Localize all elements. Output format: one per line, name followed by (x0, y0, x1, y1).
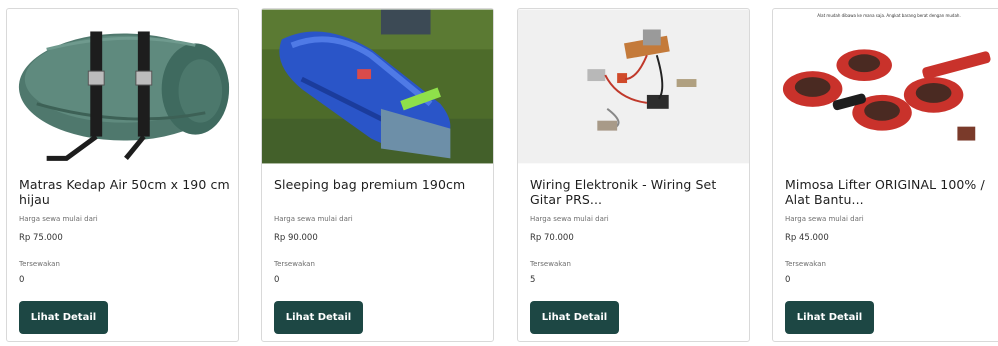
product-image[interactable]: Alat mudah dibawa ke mana saja. Angkat b… (773, 9, 998, 164)
rented-count: 5 (530, 275, 536, 285)
product-image[interactable] (262, 9, 493, 164)
view-detail-button[interactable]: Lihat Detail (274, 301, 363, 334)
furniture-lifter-image (773, 9, 998, 164)
price-label: Harga sewa mulai dari (19, 215, 98, 223)
view-detail-button[interactable]: Lihat Detail (530, 301, 619, 334)
rented-label: Tersewakan (274, 260, 315, 268)
product-price: Rp 70.000 (530, 233, 574, 243)
product-card[interactable]: Matras Kedap Air 50cm x 190 cm hijau Har… (6, 8, 239, 342)
rented-label: Tersewakan (530, 260, 571, 268)
product-title[interactable]: Wiring Elektronik - Wiring Set Gitar PRS… (530, 177, 742, 207)
product-card[interactable]: Alat mudah dibawa ke mana saja. Angkat b… (772, 8, 998, 342)
product-price: Rp 90.000 (274, 233, 318, 243)
product-image[interactable] (518, 9, 749, 164)
product-image[interactable] (7, 9, 238, 164)
rented-count: 0 (19, 275, 25, 285)
view-detail-button[interactable]: Lihat Detail (19, 301, 108, 334)
product-card[interactable]: Sleeping bag premium 190cm Harga sewa mu… (261, 8, 494, 342)
product-title[interactable]: Sleeping bag premium 190cm (274, 177, 486, 192)
price-label: Harga sewa mulai dari (274, 215, 353, 223)
rented-label: Tersewakan (19, 260, 60, 268)
product-price: Rp 45.000 (785, 233, 829, 243)
wiring-set-image (518, 9, 749, 164)
rented-count: 0 (274, 275, 280, 285)
sleeping-bag-image (262, 9, 493, 164)
view-detail-button[interactable]: Lihat Detail (785, 301, 874, 334)
product-title[interactable]: Mimosa Lifter ORIGINAL 100% / Alat Bantu… (785, 177, 997, 207)
price-label: Harga sewa mulai dari (530, 215, 609, 223)
image-caption: Alat mudah dibawa ke mana saja. Angkat b… (817, 13, 961, 18)
air-mattress-image (7, 9, 238, 164)
product-title[interactable]: Matras Kedap Air 50cm x 190 cm hijau (19, 177, 231, 207)
rented-count: 0 (785, 275, 791, 285)
rented-label: Tersewakan (785, 260, 826, 268)
product-card[interactable]: Wiring Elektronik - Wiring Set Gitar PRS… (517, 8, 750, 342)
product-price: Rp 75.000 (19, 233, 63, 243)
price-label: Harga sewa mulai dari (785, 215, 864, 223)
